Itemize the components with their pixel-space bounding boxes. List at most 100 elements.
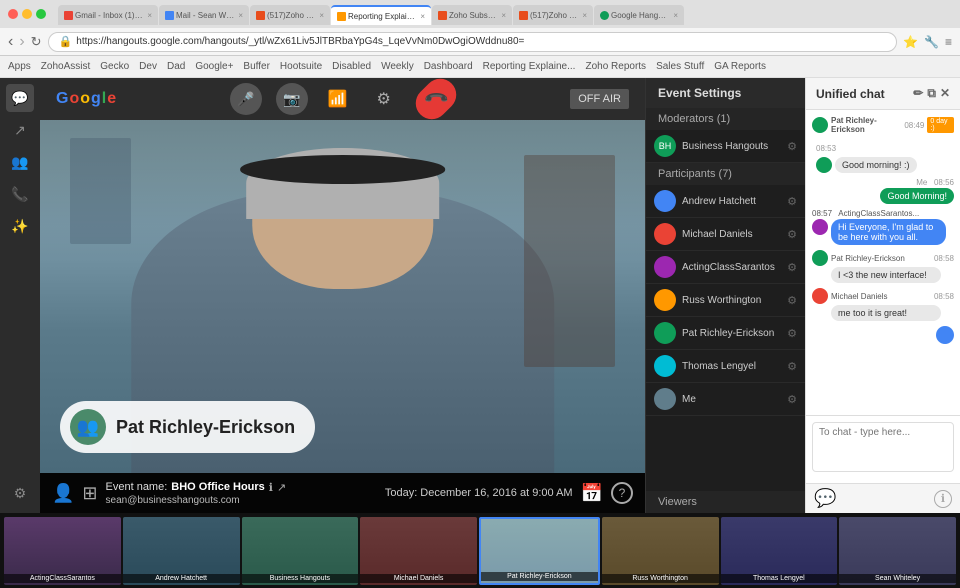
thumb-pat[interactable]: Pat Richley-Erickson <box>479 517 600 585</box>
thumb-michael[interactable]: Michael Daniels <box>360 517 477 585</box>
bookmark-weekly[interactable]: Weekly <box>381 61 414 72</box>
info-icon[interactable]: ℹ <box>269 481 273 494</box>
thumb-thomas[interactable]: Thomas Lengyel <box>721 517 838 585</box>
forward-button[interactable]: › <box>19 33 24 51</box>
chat-input-area <box>806 415 960 483</box>
gear-icon-5[interactable]: ⚙ <box>787 327 797 340</box>
chat-messages: Pat Richley-Erickson 08:49 0 day :) 08:5… <box>806 110 960 415</box>
end-call-button[interactable]: 📞 <box>409 72 463 126</box>
participant-me: Me ⚙ <box>646 383 805 416</box>
tab-hangouts[interactable]: Google Hangouts × <box>594 5 684 25</box>
thumb-andrew[interactable]: Andrew Hatchett <box>123 517 240 585</box>
bookmark-gareports[interactable]: GA Reports <box>714 61 766 72</box>
chat-input[interactable] <box>812 422 954 472</box>
close-button[interactable] <box>8 9 18 19</box>
participant-pat: Pat Richley-Erickson ⚙ <box>646 317 805 350</box>
chat-panel: Unified chat ✏ ⧉ ✕ Pat Richley-Erickson … <box>805 78 960 513</box>
minimize-button[interactable] <box>22 9 32 19</box>
chat-info-icon[interactable]: ℹ <box>934 490 952 508</box>
event-info: Event name: BHO Office Hours ℹ ↗ sean@bu… <box>106 481 377 506</box>
sidebar-icon-settings[interactable]: ⚙ <box>6 479 34 507</box>
sidebar-icon-people[interactable]: 👥 <box>6 148 34 176</box>
mute-mic-button[interactable]: 🎤 <box>230 83 262 115</box>
hangout-header: Google 🎤 📷 📶 ⚙ 📞 OFF AIR <box>40 78 645 120</box>
google-logo: Google <box>56 90 117 108</box>
tab-zoho2[interactable]: (517)Zoho CRM × <box>513 5 593 25</box>
chat-msg-michael: Michael Daniels 08:58 me too it is great… <box>812 288 954 321</box>
event-bar-layout-icon[interactable]: ⊞ <box>82 483 97 504</box>
bookmark-dad[interactable]: Dad <box>167 61 185 72</box>
gear-icon-2[interactable]: ⚙ <box>787 228 797 241</box>
address-bar[interactable]: 🔒 https://hangouts.google.com/hangouts/_… <box>48 32 898 52</box>
nav-bar: ‹ › ↻ 🔒 https://hangouts.google.com/hang… <box>0 28 960 56</box>
thumb-business[interactable]: Business Hangouts <box>242 517 359 585</box>
tab-mail[interactable]: Mail - Sean Whitele... × <box>159 5 249 25</box>
chat-msg-pat-1: Pat Richley-Erickson 08:49 0 day :) <box>812 116 954 134</box>
chat-header: Unified chat ✏ ⧉ ✕ <box>806 78 960 110</box>
event-bar-person-icon[interactable]: 👤 <box>52 483 74 504</box>
tab-subscriptions[interactable]: Zoho Subscriptions × <box>432 5 512 25</box>
video-area: Google 🎤 📷 📶 ⚙ 📞 OFF AIR <box>40 78 645 513</box>
gear-icon-6[interactable]: ⚙ <box>787 360 797 373</box>
moderators-section-header: Moderators (1) <box>646 108 805 130</box>
calendar-icon[interactable]: 📅 <box>581 483 603 504</box>
bookmark-zohoassist[interactable]: ZohoAssist <box>41 61 90 72</box>
settings-button[interactable]: ⚙ <box>368 83 400 115</box>
bookmark-dashboard[interactable]: Dashboard <box>424 61 473 72</box>
chat-expand-icon[interactable]: ✕ <box>940 86 950 101</box>
chat-emoji-icon[interactable]: 💬 <box>814 488 836 509</box>
event-label: Event name: <box>106 481 168 493</box>
sidebar-icon-share[interactable]: ↗ <box>6 116 34 144</box>
bookmark-googleplus[interactable]: Google+ <box>195 61 233 72</box>
participants-panel: Event Settings Moderators (1) BH Busines… <box>645 78 805 513</box>
maximize-button[interactable] <box>36 9 46 19</box>
chat-edit-icon[interactable]: ✏ <box>913 86 923 101</box>
event-settings-header: Event Settings <box>646 78 805 108</box>
chat-header-icons: ✏ ⧉ ✕ <box>913 86 950 101</box>
gear-icon-7[interactable]: ⚙ <box>787 393 797 406</box>
presenter-name: Pat Richley-Erickson <box>116 417 295 438</box>
bookmark-salesstuff[interactable]: Sales Stuff <box>656 61 704 72</box>
bookmark-dev[interactable]: Dev <box>139 61 157 72</box>
tab-gmail[interactable]: Gmail - Inbox (1) - sean@b... × <box>58 5 158 25</box>
thumb-russ[interactable]: Russ Worthington <box>602 517 719 585</box>
gear-icon-1[interactable]: ⚙ <box>787 195 797 208</box>
sidebar-icon-chat[interactable]: 💬 <box>6 84 34 112</box>
tab-zoho1[interactable]: (517)Zoho CRM × <box>250 5 330 25</box>
left-sidebar: 💬 ↗ 👥 📞 ✨ ⚙ <box>0 78 40 513</box>
sidebar-icon-phone[interactable]: 📞 <box>6 180 34 208</box>
bookmark-hootsuite[interactable]: Hootsuite <box>280 61 322 72</box>
event-date: Today: December 16, 2016 at 9:00 AM <box>385 487 573 499</box>
bookmark-disabled[interactable]: Disabled <box>332 61 371 72</box>
refresh-button[interactable]: ↻ <box>31 34 42 50</box>
signal-button[interactable]: 📶 <box>322 83 354 115</box>
chat-msg-acting: 08:57 ActingClassSarantos... Hi Everyone… <box>812 209 954 245</box>
bookmark-zohoreports[interactable]: Zoho Reports <box>585 61 646 72</box>
mute-cam-button[interactable]: 📷 <box>276 83 308 115</box>
gear-icon-4[interactable]: ⚙ <box>787 294 797 307</box>
presenter-name-overlay: 👥 Pat Richley-Erickson <box>60 401 315 453</box>
thumb-acting[interactable]: ActingClassSarantos <box>4 517 121 585</box>
chat-msg-pat-2: 08:53 Good morning! :) <box>816 138 954 173</box>
thumb-sean[interactable]: Sean Whiteley <box>839 517 956 585</box>
sidebar-icon-effects[interactable]: ✨ <box>6 212 34 240</box>
participant-acting: ActingClassSarantos ⚙ <box>646 251 805 284</box>
gear-icon-3[interactable]: ⚙ <box>787 261 797 274</box>
off-air-badge: OFF AIR <box>570 89 629 109</box>
help-icon[interactable]: ? <box>611 482 633 504</box>
chat-footer: 💬 ℹ <box>806 483 960 513</box>
bookmarks-bar: Apps ZohoAssist Gecko Dev Dad Google+ Bu… <box>0 56 960 78</box>
moderator-gear-icon[interactable]: ⚙ <box>787 140 797 153</box>
back-button[interactable]: ‹ <box>8 33 13 51</box>
event-bar: 👤 ⊞ Event name: BHO Office Hours ℹ ↗ sea… <box>40 473 645 513</box>
bookmark-gecko[interactable]: Gecko <box>100 61 129 72</box>
chat-copy-icon[interactable]: ⧉ <box>927 86 936 101</box>
bookmark-buffer[interactable]: Buffer <box>243 61 270 72</box>
viewers-section-header: Viewers <box>646 491 805 513</box>
bookmark-apps[interactable]: Apps <box>8 61 31 72</box>
bookmark-reporting[interactable]: Reporting Explaine... <box>483 61 576 72</box>
event-email: sean@businesshangouts.com <box>106 495 240 506</box>
edit-icon[interactable]: ↗ <box>277 481 286 494</box>
tab-reporting[interactable]: Reporting Explaine... × <box>331 5 431 25</box>
browser-chrome: Gmail - Inbox (1) - sean@b... × Mail - S… <box>0 0 960 78</box>
